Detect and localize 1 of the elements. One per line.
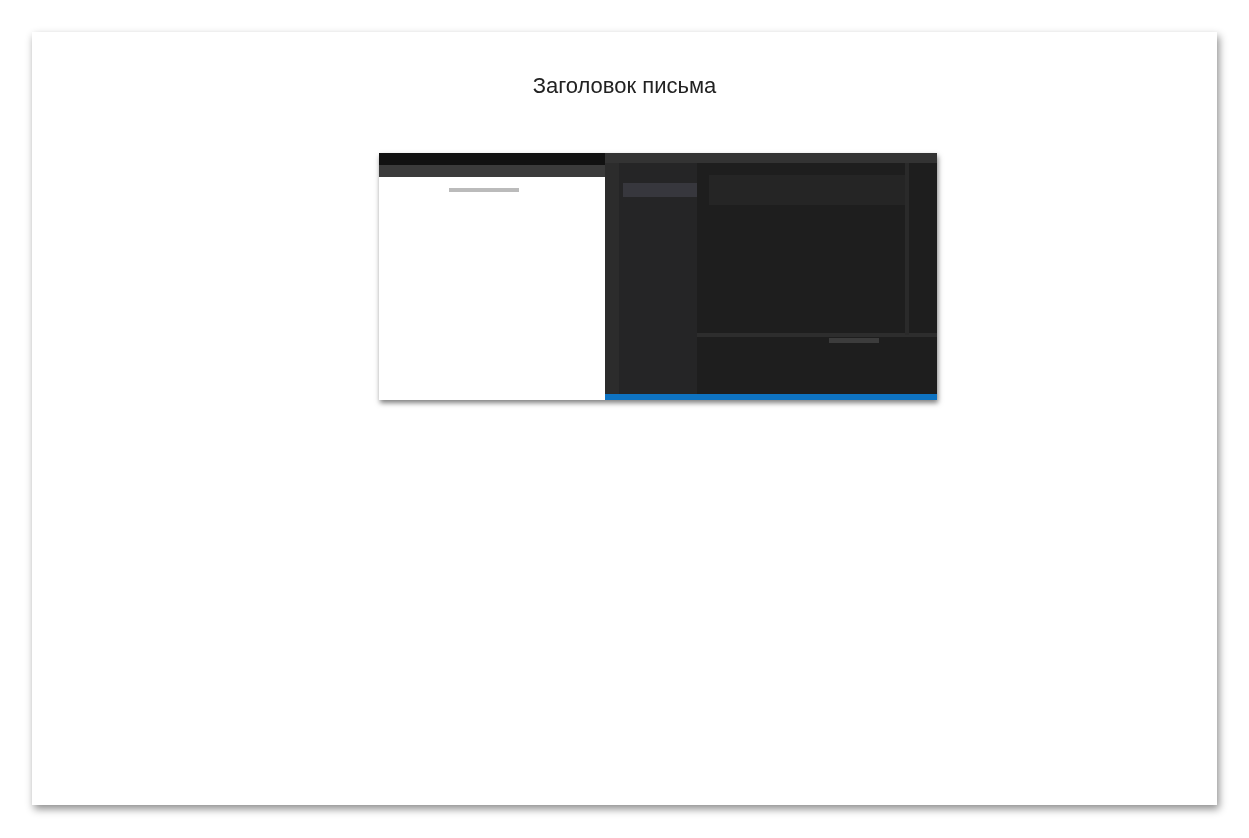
email-heading: Заголовок письма: [532, 72, 717, 100]
